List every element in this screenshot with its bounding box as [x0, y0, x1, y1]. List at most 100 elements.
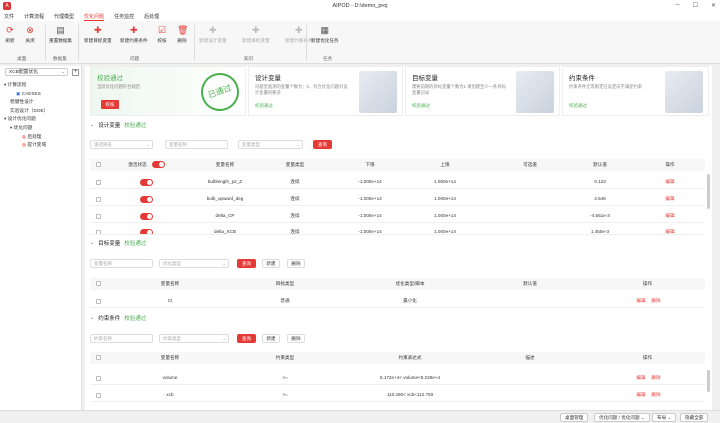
chevron-down-icon: ⌄	[222, 336, 226, 341]
edit-link[interactable]: 编辑	[635, 371, 647, 385]
constraint-new-button[interactable]: 新建	[262, 334, 280, 343]
menu-postprocess[interactable]: 后处理	[144, 13, 159, 20]
design-table-header: 激活状态 变量名称 变量类型 下限 上限 可选值 默认值 操作	[90, 159, 705, 171]
cell-lower: -1.000e+14	[358, 179, 382, 184]
card-status-link[interactable]: 校验通过	[255, 103, 273, 109]
menu-surrogate[interactable]: 代理模型	[54, 13, 74, 20]
table-row: delta_CP 连续 -1.000e+14 1.000e+14 -4.551e…	[90, 209, 705, 223]
select-all-checkbox[interactable]	[96, 281, 101, 286]
row-checkbox[interactable]	[96, 393, 101, 398]
card-status-link[interactable]: 校验通过	[569, 103, 587, 109]
menu-task-monitor[interactable]: 任务监控	[114, 13, 134, 20]
tree-item-workflow[interactable]: ▾ 计算流程	[2, 81, 48, 90]
edit-link[interactable]: 编辑	[635, 294, 647, 308]
row-checkbox[interactable]	[96, 299, 101, 304]
card-desc: 当前优化问题符合规范	[97, 84, 140, 89]
edit-link[interactable]: 编辑	[650, 192, 690, 206]
new-design-variable-button[interactable]: ✚ 新建设计变量	[199, 25, 227, 44]
card-desc: 问题里面测的变量个数为：6，符合优化问题对设计变量的要求	[255, 84, 348, 95]
new-constraint-disabled-button[interactable]: ✚ 新建约束条件	[285, 25, 313, 44]
constraint-filter-type[interactable]: 约束类型 ⌄	[159, 334, 229, 343]
tree-item-postprocess[interactable]: ◍ 后处理	[2, 133, 48, 142]
target-new-button[interactable]: 新建	[262, 259, 280, 268]
refresh-button[interactable]: ⟳ 刷新	[5, 25, 15, 44]
delete-link[interactable]: 删除	[650, 294, 662, 308]
chevron-down-icon: ⌄	[296, 142, 300, 147]
design-filter-type[interactable]: 变量类型 ⌄	[238, 140, 303, 149]
new-target-button[interactable]: ✚ 新建目标变量	[84, 25, 112, 44]
edit-link[interactable]: 编辑	[650, 175, 690, 189]
tree-item-variable-domain[interactable]: ◍ 提计变域	[2, 141, 48, 150]
active-all-toggle[interactable]	[152, 161, 165, 168]
desktop-manage-button[interactable]: 桌面管理	[560, 413, 589, 422]
design-query-button[interactable]: 查询	[313, 140, 332, 149]
close-button[interactable]: ⊗ 关闭	[25, 25, 35, 44]
constraint-section-header[interactable]: ⌄ 约束条件 校验通过	[90, 314, 146, 322]
tree-item-robust-design[interactable]: 稳健性设计	[2, 98, 48, 107]
target-delete-button[interactable]: 删除	[287, 259, 305, 268]
check-button[interactable]: ☑ 校核	[157, 25, 167, 44]
card-status-link[interactable]: 校验通过	[412, 103, 430, 109]
delete-button[interactable]: 🗑 删除	[177, 25, 188, 44]
cell-type: 普通	[280, 298, 290, 303]
menu-file[interactable]: 文件	[4, 13, 14, 20]
layout-dropdown[interactable]: 布局 ⌄	[652, 413, 677, 422]
design-section-header[interactable]: ⌄ 设计变量 校验通过	[90, 121, 146, 129]
new-constraint-button[interactable]: ✚ 新建约束条件	[120, 25, 148, 44]
row-checkbox[interactable]	[96, 180, 101, 185]
group-label-dataset: 数据集	[53, 56, 67, 61]
constraint-scrollbar[interactable]	[707, 370, 710, 392]
row-checkbox[interactable]	[96, 214, 101, 219]
tree-item-design-optimization[interactable]: ▾ 设计优化问题	[2, 115, 48, 124]
row-active-toggle[interactable]	[140, 179, 153, 186]
cell-type: 连续	[290, 213, 300, 218]
breadcrumb-dropdown[interactable]: 优化问题 / 优化问题 ⌄	[594, 413, 650, 422]
menu-workflow[interactable]: 计算流程	[24, 13, 44, 20]
tree-item-doe[interactable]: 实验设计（DOE）	[2, 107, 48, 116]
project-select[interactable]: XCB配置优化 ⌄	[5, 68, 68, 76]
target-filter-name[interactable]: 变量名称	[90, 259, 153, 268]
check-button[interactable]: 校核	[101, 100, 119, 109]
select-all-checkbox[interactable]	[96, 355, 101, 360]
constraint-table-header: 变量名称 约束类型 约束表达式 描述 操作	[90, 352, 705, 364]
target-section-header[interactable]: ⌄ 目标变量 校验通过	[90, 239, 146, 247]
add-icon[interactable]: +	[72, 69, 79, 76]
delete-link[interactable]: 删除	[650, 371, 662, 385]
ribbon-toolbar: ⟳ 刷新 ⊗ 关闭 桌面 ▤ 重置数据集 数据集 ✚ 新建目标变量 ✚ 新建约束条件 ☑ 校…	[0, 21, 720, 64]
row-checkbox[interactable]	[96, 197, 101, 202]
constraint-filter-name[interactable]: 约束名称	[90, 334, 153, 343]
hide-all-button[interactable]: 隐藏全部	[680, 413, 709, 422]
design-scrollbar[interactable]	[707, 174, 710, 209]
row-active-toggle[interactable]	[140, 213, 153, 220]
tree-item-caeses[interactable]: ▣ CAESES	[2, 90, 48, 99]
header-name: 变量名称	[160, 281, 180, 286]
constraint-delete-button[interactable]: 删除	[287, 334, 305, 343]
row-active-toggle[interactable]	[140, 229, 153, 234]
header-type: 约束类型	[275, 355, 295, 360]
row-active-toggle[interactable]	[140, 196, 153, 203]
close-icon[interactable]: ✕	[711, 2, 716, 9]
group-divider	[45, 25, 46, 61]
menu-optimization[interactable]: 优化问题	[84, 13, 105, 21]
target-filter-type[interactable]: 优化类型 ⌄	[159, 259, 229, 268]
minimize-icon[interactable]: ─	[675, 2, 679, 9]
design-filter-1[interactable]: 请选择名 ⌄	[90, 140, 153, 149]
row-checkbox[interactable]	[96, 376, 101, 381]
edit-link[interactable]: 编辑	[650, 226, 690, 234]
card-desc: 需要前期的目标变量个数为1 请创建至少一条目标变量记录	[412, 84, 506, 95]
constraint-query-button[interactable]: 查询	[237, 334, 256, 343]
new-optimization-task-button[interactable]: ▦ 新建优化任务	[311, 25, 339, 44]
tree-item-optimization-problem[interactable]: ▾ 优化问题	[2, 124, 48, 133]
cell-default: -4.551e-3	[590, 213, 610, 218]
new-target-variable-button[interactable]: ✚ 新建目标变量	[242, 25, 270, 44]
design-filter-name[interactable]: 变量名称	[165, 140, 228, 149]
select-all-checkbox[interactable]	[96, 162, 101, 167]
target-query-button[interactable]: 查询	[237, 259, 256, 268]
header-target-type: 目标类型	[275, 281, 295, 286]
reset-dataset-button[interactable]: ▤ 重置数据集	[49, 25, 72, 44]
edit-link[interactable]: 编辑	[650, 209, 690, 223]
delete-link[interactable]: 删除	[650, 388, 662, 402]
row-checkbox[interactable]	[96, 230, 101, 234]
edit-link[interactable]: 编辑	[635, 388, 647, 402]
maximize-icon[interactable]: ☐	[693, 2, 698, 9]
